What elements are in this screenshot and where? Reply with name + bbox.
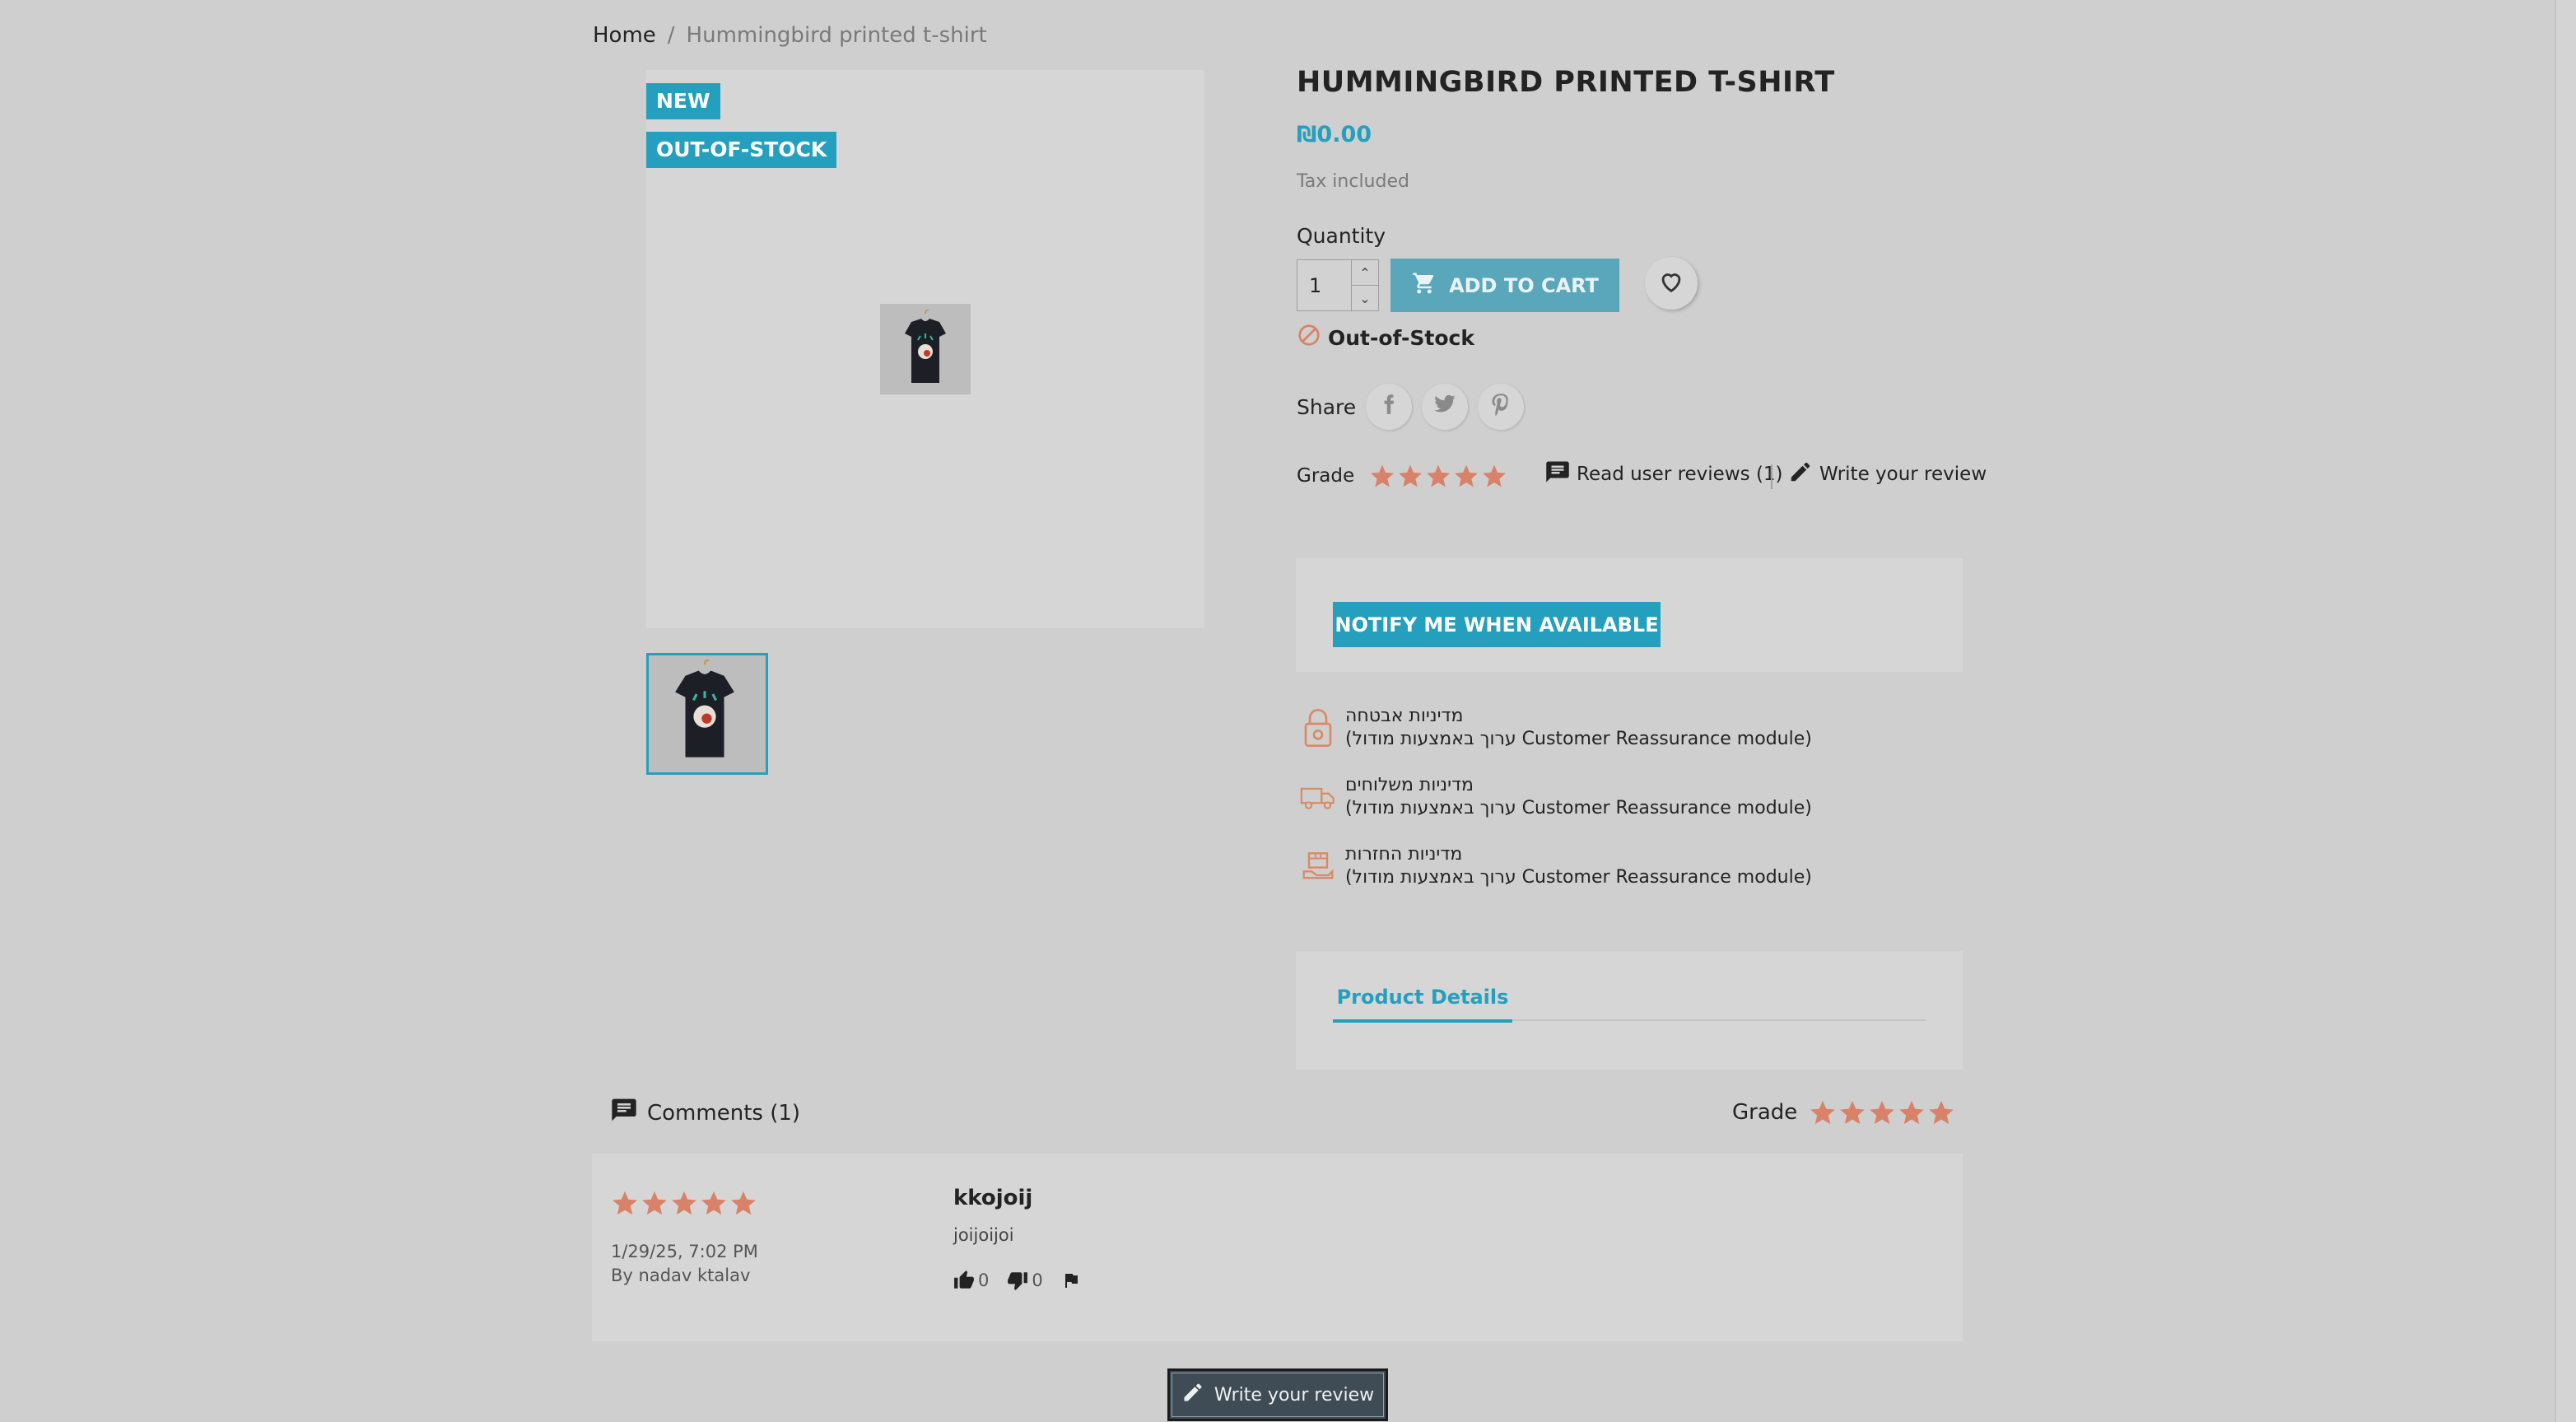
product-thumbnail[interactable] bbox=[646, 653, 768, 775]
block-icon bbox=[1297, 323, 1321, 352]
breadcrumb: Home / Hummingbird printed t-shirt bbox=[593, 23, 987, 48]
not-useful-button[interactable]: 0 bbox=[1007, 1270, 1043, 1291]
quantity-input[interactable] bbox=[1297, 260, 1352, 310]
star-icon bbox=[1870, 1100, 1895, 1125]
star-icon bbox=[701, 1191, 726, 1215]
write-review-button-label: Write your review bbox=[1213, 1384, 1375, 1406]
truck-icon bbox=[1299, 774, 1337, 820]
quantity-decrease-button[interactable]: ⌄ bbox=[1351, 286, 1378, 310]
star-icon bbox=[1483, 464, 1507, 487]
review-body: joijoijoi bbox=[953, 1225, 1014, 1245]
thumbs-up-icon bbox=[954, 1270, 974, 1289]
page-scrollbar[interactable] bbox=[2555, 0, 2576, 1422]
reassurance-title: מדיניות החזרות bbox=[1345, 844, 1463, 865]
facebook-share-button[interactable] bbox=[1366, 384, 1413, 430]
product-rating: Grade bbox=[1297, 463, 1507, 489]
read-reviews-link[interactable]: Read user reviews (1) bbox=[1545, 459, 1783, 489]
useful-button[interactable]: 0 bbox=[953, 1270, 989, 1291]
quantity-increase-button[interactable]: ⌃ bbox=[1351, 260, 1378, 286]
write-review-button[interactable]: Write your review bbox=[1167, 1368, 1388, 1421]
availability-label: Out-of-Stock bbox=[1328, 325, 1474, 350]
not-useful-count: 0 bbox=[1032, 1270, 1043, 1290]
useful-count: 0 bbox=[978, 1270, 990, 1290]
reassurance-title: מדיניות אבטחה bbox=[1345, 706, 1464, 726]
social-share: Share bbox=[1297, 384, 1525, 430]
tshirt-image bbox=[880, 304, 971, 394]
review-author: By nadav ktalav bbox=[611, 1266, 751, 1285]
star-icon bbox=[672, 1191, 696, 1215]
comments-average-grade: Grade bbox=[1732, 1098, 1955, 1126]
notify-when-available-button[interactable]: NOTIFY ME WHEN AVAILABLE bbox=[1333, 602, 1661, 647]
breadcrumb-current: Hummingbird printed t-shirt bbox=[686, 23, 987, 48]
tax-note: Tax included bbox=[1297, 171, 1409, 192]
grade-label: Grade bbox=[1297, 465, 1355, 487]
star-icon bbox=[1427, 464, 1451, 487]
rating-stars bbox=[1809, 1098, 1955, 1126]
reassurance-item: מדיניות אבטחה (ערוך באמצעות מודול Custom… bbox=[1299, 705, 1812, 751]
quantity-label: Quantity bbox=[1297, 224, 1386, 248]
chevron-down-icon: ⌄ bbox=[1359, 290, 1371, 306]
grade-label: Grade bbox=[1732, 1100, 1798, 1125]
twitter-share-button[interactable] bbox=[1422, 384, 1469, 430]
reassurance-text: (ערוך באמצעות מודול Customer Reassurance… bbox=[1345, 867, 1812, 888]
pencil-icon bbox=[1788, 459, 1813, 489]
product-price: ₪0.00 bbox=[1297, 122, 1372, 147]
comment-icon bbox=[611, 1097, 637, 1129]
star-icon bbox=[1810, 1100, 1836, 1125]
review-actions: 0 0 bbox=[953, 1270, 1081, 1291]
quantity-stepper: ⌃ ⌄ bbox=[1297, 259, 1379, 311]
review-rating-stars bbox=[611, 1189, 757, 1217]
out-of-stock-flag: OUT-OF-STOCK bbox=[646, 132, 837, 168]
star-icon bbox=[613, 1191, 637, 1215]
breadcrumb-separator: / bbox=[667, 23, 675, 48]
lock-icon bbox=[1299, 705, 1337, 751]
review-date: 1/29/25, 7:02 PM bbox=[611, 1242, 758, 1261]
pencil-icon bbox=[1181, 1381, 1204, 1409]
star-icon bbox=[642, 1191, 667, 1215]
heart-icon bbox=[1657, 268, 1685, 299]
star-icon bbox=[1929, 1100, 1954, 1125]
reassurance-text: (ערוך באמצעות מודול Customer Reassurance… bbox=[1345, 729, 1812, 749]
star-icon bbox=[1840, 1100, 1866, 1125]
availability-status: Out-of-Stock bbox=[1297, 323, 1474, 352]
shopping-cart-icon bbox=[1411, 271, 1437, 301]
pinterest-share-button[interactable] bbox=[1478, 384, 1525, 430]
report-abuse-button[interactable] bbox=[1061, 1270, 1081, 1290]
divider bbox=[1771, 464, 1772, 489]
product-title: HUMMINGBIRD PRINTED T-SHIRT bbox=[1297, 66, 1835, 99]
return-box-icon bbox=[1299, 843, 1337, 889]
star-icon bbox=[1371, 464, 1395, 487]
thumbs-down-icon bbox=[1008, 1272, 1028, 1290]
chevron-up-icon: ⌃ bbox=[1359, 264, 1371, 281]
star-icon bbox=[1899, 1100, 1925, 1125]
read-reviews-label: Read user reviews (1) bbox=[1577, 464, 1783, 485]
reassurance-item: מדיניות משלוחים (ערוך באמצעות מודול Cust… bbox=[1299, 774, 1812, 820]
reassurance-text: (ערוך באמצעות מודול Customer Reassurance… bbox=[1345, 798, 1812, 818]
facebook-icon bbox=[1378, 392, 1400, 422]
add-to-cart-button[interactable]: ADD TO CART bbox=[1390, 259, 1619, 312]
wishlist-button[interactable] bbox=[1645, 257, 1698, 310]
tab-product-details[interactable]: Product Details bbox=[1333, 980, 1512, 1023]
reassurance-title: מדיניות משלוחים bbox=[1345, 775, 1474, 795]
comments-count-label: Comments (1) bbox=[647, 1100, 801, 1126]
twitter-icon bbox=[1432, 393, 1458, 421]
star-icon bbox=[1455, 464, 1479, 487]
comment-icon bbox=[1545, 459, 1570, 489]
review-title: kkojoij bbox=[953, 1186, 1033, 1210]
star-icon bbox=[731, 1191, 756, 1215]
breadcrumb-home-link[interactable]: Home bbox=[593, 23, 656, 48]
new-flag: NEW bbox=[646, 83, 720, 119]
reassurance-item: מדיניות החזרות (ערוך באמצעות מודול Custo… bbox=[1299, 843, 1812, 889]
star-icon bbox=[1399, 464, 1423, 487]
share-label: Share bbox=[1297, 394, 1357, 419]
write-review-link[interactable]: Write your review bbox=[1788, 459, 1987, 489]
review-card bbox=[592, 1154, 1963, 1341]
comments-header: Comments (1) bbox=[611, 1097, 800, 1129]
rating-stars bbox=[1369, 463, 1507, 489]
pinterest-icon bbox=[1489, 391, 1512, 422]
add-to-cart-label: ADD TO CART bbox=[1449, 273, 1599, 297]
flag-icon bbox=[1064, 1274, 1078, 1288]
write-review-label: Write your review bbox=[1819, 464, 1987, 485]
